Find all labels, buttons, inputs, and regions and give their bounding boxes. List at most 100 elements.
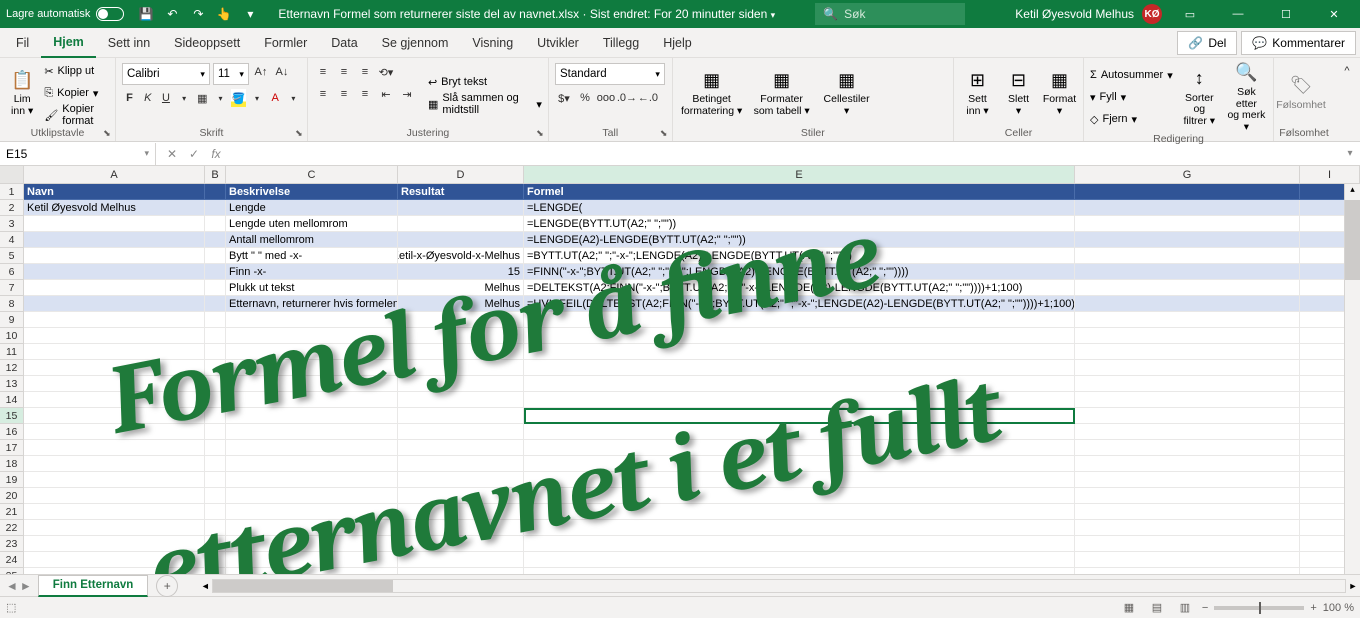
paste-button[interactable]: 📋 Liminn ▾ xyxy=(6,61,38,125)
cell[interactable]: =HVISFEIL(DELTEKST(A2;FINN("-x-";BYTT.UT… xyxy=(524,296,1075,312)
cell[interactable]: =DELTEKST(A2;FINN("-x-";BYTT.UT(A2;" ";"… xyxy=(524,280,1075,296)
align-middle-icon[interactable]: ≡ xyxy=(335,63,353,81)
cell[interactable] xyxy=(24,440,205,456)
cell[interactable] xyxy=(398,232,524,248)
row-header[interactable]: 1 xyxy=(0,184,24,200)
maximize-icon[interactable]: ☐ xyxy=(1266,0,1306,28)
autosave-toggle[interactable]: Lagre automatisk xyxy=(6,7,124,21)
font-color-button[interactable]: A xyxy=(268,89,283,107)
cell[interactable] xyxy=(1075,440,1300,456)
underline-button[interactable]: U xyxy=(158,89,173,107)
row-header[interactable]: 7 xyxy=(0,280,24,296)
cell[interactable] xyxy=(205,264,226,280)
cell[interactable] xyxy=(205,328,226,344)
user-avatar[interactable]: KØ xyxy=(1142,4,1162,24)
align-top-icon[interactable]: ≡ xyxy=(314,63,332,81)
cell[interactable] xyxy=(205,456,226,472)
cell[interactable] xyxy=(205,280,226,296)
ribbon-display-icon[interactable]: ▭ xyxy=(1170,0,1210,28)
cell[interactable] xyxy=(205,248,226,264)
cell[interactable] xyxy=(226,424,398,440)
cell[interactable] xyxy=(24,392,205,408)
row-header[interactable]: 24 xyxy=(0,552,24,568)
cell[interactable] xyxy=(524,456,1075,472)
row-header[interactable]: 25 xyxy=(0,568,24,574)
row-header[interactable]: 6 xyxy=(0,264,24,280)
cell[interactable]: Ketil Øyesvold Melhus xyxy=(24,200,205,216)
format-cells-button[interactable]: ▦Format▾ xyxy=(1042,61,1077,125)
cell[interactable] xyxy=(524,312,1075,328)
cell[interactable] xyxy=(226,536,398,552)
border-dropdown-icon[interactable]: ▾ xyxy=(213,89,228,107)
cell[interactable] xyxy=(398,200,524,216)
share-button[interactable]: 🔗Del xyxy=(1177,31,1237,55)
cell[interactable]: Ketil-x-Øyesvold-x-Melhus xyxy=(398,248,524,264)
bold-button[interactable]: F xyxy=(122,89,137,107)
cell[interactable] xyxy=(24,568,205,574)
cell[interactable] xyxy=(24,280,205,296)
cell[interactable] xyxy=(398,440,524,456)
cell[interactable] xyxy=(1075,280,1300,296)
autosum-button[interactable]: ΣAutosummer ▾ xyxy=(1090,65,1173,85)
cell[interactable] xyxy=(1075,424,1300,440)
col-header-E[interactable]: E xyxy=(524,166,1075,183)
row-header[interactable]: 12 xyxy=(0,360,24,376)
cell[interactable] xyxy=(524,536,1075,552)
cell[interactable]: Resultat xyxy=(398,184,524,200)
cell[interactable] xyxy=(398,504,524,520)
cell[interactable] xyxy=(1075,488,1300,504)
font-color-dropdown-icon[interactable]: ▾ xyxy=(286,89,301,107)
cell[interactable] xyxy=(524,408,1075,424)
tab-pagelayout[interactable]: Sideoppsett xyxy=(162,28,252,58)
tab-developer[interactable]: Utvikler xyxy=(525,28,591,58)
fill-button[interactable]: ▾Fyll ▾ xyxy=(1090,87,1173,107)
cell[interactable] xyxy=(24,376,205,392)
cell[interactable] xyxy=(226,440,398,456)
cell[interactable] xyxy=(1075,392,1300,408)
tab-formulas[interactable]: Formler xyxy=(252,28,319,58)
row-header[interactable]: 2 xyxy=(0,200,24,216)
decrease-decimal-icon[interactable]: ←.0 xyxy=(639,89,657,107)
cell[interactable]: Lengde xyxy=(226,200,398,216)
increase-font-icon[interactable]: A↑ xyxy=(252,63,270,81)
tab-help[interactable]: Hjelp xyxy=(651,28,704,58)
number-format-combo[interactable]: Standard▾ xyxy=(555,63,665,85)
fx-icon[interactable]: fx xyxy=(206,144,226,164)
col-header-A[interactable]: A xyxy=(24,166,205,183)
percent-icon[interactable]: % xyxy=(576,89,594,107)
cut-button[interactable]: ✂Klipp ut xyxy=(44,61,109,81)
normal-view-icon[interactable]: ▦ xyxy=(1118,599,1140,617)
tab-review[interactable]: Se gjennom xyxy=(370,28,461,58)
cell[interactable] xyxy=(24,216,205,232)
tab-insert[interactable]: Sett inn xyxy=(96,28,162,58)
sheet-tab-active[interactable]: Finn Etternavn xyxy=(38,575,149,597)
cell[interactable]: Antall mellomrom xyxy=(226,232,398,248)
cell[interactable] xyxy=(398,344,524,360)
cell[interactable] xyxy=(524,360,1075,376)
cell[interactable] xyxy=(398,376,524,392)
cell[interactable] xyxy=(205,424,226,440)
cell[interactable] xyxy=(205,440,226,456)
cell[interactable] xyxy=(398,312,524,328)
cell[interactable] xyxy=(1075,376,1300,392)
clear-button[interactable]: ◇Fjern ▾ xyxy=(1090,109,1173,129)
sensitivity-button[interactable]: 🏷Følsomhet xyxy=(1280,61,1322,125)
cell[interactable] xyxy=(1075,200,1300,216)
cell[interactable] xyxy=(226,344,398,360)
cell[interactable] xyxy=(398,488,524,504)
cell[interactable] xyxy=(205,472,226,488)
cell[interactable] xyxy=(524,520,1075,536)
name-box[interactable]: E15▾ xyxy=(0,143,156,165)
cell[interactable] xyxy=(24,360,205,376)
wrap-text-button[interactable]: ↩Bryt tekst xyxy=(428,72,542,92)
tab-home[interactable]: Hjem xyxy=(41,28,96,58)
cell[interactable] xyxy=(205,232,226,248)
cell[interactable] xyxy=(398,520,524,536)
decrease-font-icon[interactable]: A↓ xyxy=(273,63,291,81)
add-sheet-button[interactable]: + xyxy=(156,575,178,597)
cell[interactable] xyxy=(226,488,398,504)
col-header-D[interactable]: D xyxy=(398,166,524,183)
cell[interactable] xyxy=(205,376,226,392)
cell[interactable] xyxy=(24,344,205,360)
cell[interactable] xyxy=(524,376,1075,392)
